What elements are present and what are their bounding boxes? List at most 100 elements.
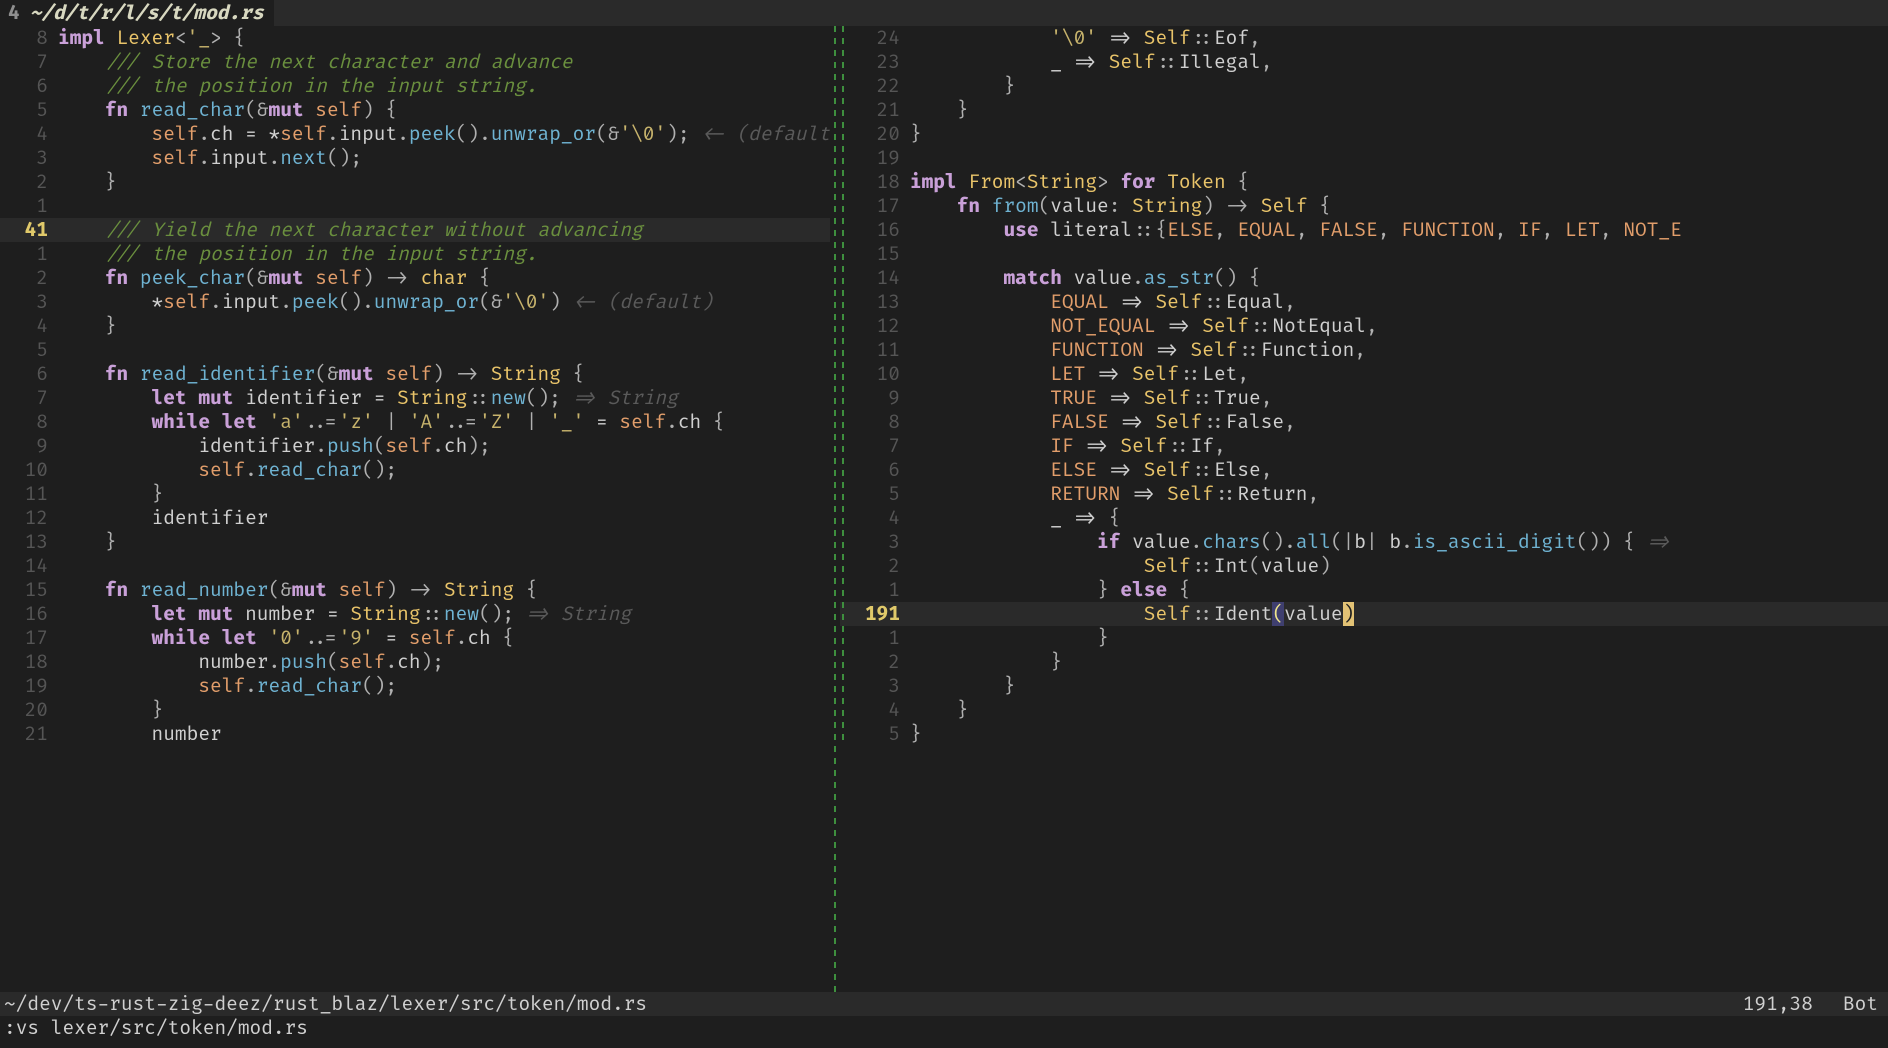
- code-content[interactable]: [58, 338, 830, 362]
- editor-pane-left[interactable]: 8impl Lexer<'_> {7 /// Store the next ch…: [0, 26, 830, 992]
- code-line[interactable]: 18 number.push(self.ch);: [0, 650, 830, 674]
- code-content[interactable]: }: [910, 626, 1888, 650]
- code-content[interactable]: [58, 194, 830, 218]
- code-line[interactable]: 16 use literal::{ELSE, EQUAL, FALSE, FUN…: [840, 218, 1888, 242]
- code-content[interactable]: }: [910, 722, 1888, 746]
- code-line[interactable]: 5 RETURN => Self::Return,: [840, 482, 1888, 506]
- code-content[interactable]: FUNCTION => Self::Function,: [910, 338, 1888, 362]
- code-line[interactable]: 14 match value.as_str() {: [840, 266, 1888, 290]
- code-line[interactable]: 3 }: [840, 674, 1888, 698]
- code-line[interactable]: 21 number: [0, 722, 830, 746]
- code-content[interactable]: }: [910, 98, 1888, 122]
- code-line[interactable]: 19: [840, 146, 1888, 170]
- code-line[interactable]: 20 }: [0, 698, 830, 722]
- code-content[interactable]: number: [58, 722, 830, 746]
- code-line[interactable]: 7 IF => Self::If,: [840, 434, 1888, 458]
- code-line[interactable]: 23 _ => Self::Illegal,: [840, 50, 1888, 74]
- code-line[interactable]: 3 if value.chars().all(|b| b.is_ascii_di…: [840, 530, 1888, 554]
- code-line[interactable]: 14: [0, 554, 830, 578]
- code-line[interactable]: 7 /// Store the next character and advan…: [0, 50, 830, 74]
- code-line[interactable]: 9 identifier.push(self.ch);: [0, 434, 830, 458]
- code-line[interactable]: 13 }: [0, 530, 830, 554]
- code-line[interactable]: 4 }: [840, 698, 1888, 722]
- code-content[interactable]: impl From<String> for Token {: [910, 170, 1888, 194]
- code-content[interactable]: }: [58, 698, 830, 722]
- code-line[interactable]: 1 }: [840, 626, 1888, 650]
- code-content[interactable]: }: [910, 122, 1888, 146]
- code-content[interactable]: *self.input.peek().unwrap_or(&'\0') <- (…: [58, 290, 830, 314]
- code-line[interactable]: 8 FALSE => Self::False,: [840, 410, 1888, 434]
- code-line[interactable]: 15 fn read_number(&mut self) -> String {: [0, 578, 830, 602]
- code-line[interactable]: 8 while let 'a'..='z' | 'A'..='Z' | '_' …: [0, 410, 830, 434]
- code-content[interactable]: IF => Self::If,: [910, 434, 1888, 458]
- code-content[interactable]: impl Lexer<'_> {: [58, 26, 830, 50]
- code-line[interactable]: 12 identifier: [0, 506, 830, 530]
- code-content[interactable]: RETURN => Self::Return,: [910, 482, 1888, 506]
- code-content[interactable]: Self::Int(value): [910, 554, 1888, 578]
- code-line[interactable]: 7 let mut identifier = String::new(); =>…: [0, 386, 830, 410]
- code-content[interactable]: ELSE => Self::Else,: [910, 458, 1888, 482]
- code-content[interactable]: fn read_identifier(&mut self) -> String …: [58, 362, 830, 386]
- code-content[interactable]: _ => Self::Illegal,: [910, 50, 1888, 74]
- code-content[interactable]: let mut identifier = String::new(); => S…: [58, 386, 830, 410]
- code-line[interactable]: 1 } else {: [840, 578, 1888, 602]
- code-line[interactable]: 191 Self::Ident(value): [840, 602, 1888, 626]
- code-content[interactable]: if value.chars().all(|b| b.is_ascii_digi…: [910, 530, 1888, 554]
- code-content[interactable]: FALSE => Self::False,: [910, 410, 1888, 434]
- code-line[interactable]: 24 '\0' => Self::Eof,: [840, 26, 1888, 50]
- code-content[interactable]: fn from(value: String) -> Self {: [910, 194, 1888, 218]
- code-line[interactable]: 6 fn read_identifier(&mut self) -> Strin…: [0, 362, 830, 386]
- code-line[interactable]: 3 *self.input.peek().unwrap_or(&'\0') <-…: [0, 290, 830, 314]
- code-content[interactable]: let mut number = String::new(); => Strin…: [58, 602, 830, 626]
- code-line[interactable]: 15: [840, 242, 1888, 266]
- code-content[interactable]: fn peek_char(&mut self) -> char {: [58, 266, 830, 290]
- code-line[interactable]: 22 }: [840, 74, 1888, 98]
- code-line[interactable]: 2 }: [0, 170, 830, 194]
- code-content[interactable]: }: [58, 170, 830, 194]
- code-content[interactable]: self.read_char();: [58, 458, 830, 482]
- code-content[interactable]: use literal::{ELSE, EQUAL, FALSE, FUNCTI…: [910, 218, 1888, 242]
- code-line[interactable]: 10 LET => Self::Let,: [840, 362, 1888, 386]
- code-content[interactable]: } else {: [910, 578, 1888, 602]
- code-line[interactable]: 6 ELSE => Self::Else,: [840, 458, 1888, 482]
- code-content[interactable]: }: [910, 650, 1888, 674]
- code-line[interactable]: 17 fn from(value: String) -> Self {: [840, 194, 1888, 218]
- code-line[interactable]: 3 self.input.next();: [0, 146, 830, 170]
- code-content[interactable]: }: [58, 314, 830, 338]
- code-line[interactable]: 2 }: [840, 650, 1888, 674]
- code-content[interactable]: self.ch = *self.input.peek().unwrap_or(&…: [58, 122, 830, 146]
- code-line[interactable]: 1: [0, 194, 830, 218]
- code-content[interactable]: fn read_number(&mut self) -> String {: [58, 578, 830, 602]
- code-content[interactable]: number.push(self.ch);: [58, 650, 830, 674]
- code-line[interactable]: 16 let mut number = String::new(); => St…: [0, 602, 830, 626]
- code-content[interactable]: /// the position in the input string.: [58, 242, 830, 266]
- editor-pane-right[interactable]: 24 '\0' => Self::Eof,23 _ => Self::Illeg…: [840, 26, 1888, 992]
- code-line[interactable]: 11 FUNCTION => Self::Function,: [840, 338, 1888, 362]
- code-line[interactable]: 1 /// the position in the input string.: [0, 242, 830, 266]
- code-content[interactable]: /// Yield the next character without adv…: [58, 218, 830, 242]
- code-line[interactable]: 18impl From<String> for Token {: [840, 170, 1888, 194]
- code-content[interactable]: }: [910, 698, 1888, 722]
- code-content[interactable]: }: [910, 74, 1888, 98]
- code-content[interactable]: [58, 554, 830, 578]
- code-line[interactable]: 5: [0, 338, 830, 362]
- code-line[interactable]: 19 self.read_char();: [0, 674, 830, 698]
- code-content[interactable]: }: [910, 674, 1888, 698]
- code-content[interactable]: Self::Ident(value): [910, 602, 1888, 626]
- code-line[interactable]: 20}: [840, 122, 1888, 146]
- code-line[interactable]: 13 EQUAL => Self::Equal,: [840, 290, 1888, 314]
- tab-active[interactable]: 4 ~/d/t/r/l/s/t/mod.rs: [0, 0, 274, 26]
- code-content[interactable]: fn read_char(&mut self) {: [58, 98, 830, 122]
- code-content[interactable]: self.input.next();: [58, 146, 830, 170]
- code-line[interactable]: 21 }: [840, 98, 1888, 122]
- code-line[interactable]: 11 }: [0, 482, 830, 506]
- code-content[interactable]: TRUE => Self::True,: [910, 386, 1888, 410]
- code-content[interactable]: EQUAL => Self::Equal,: [910, 290, 1888, 314]
- code-content[interactable]: /// the position in the input string.: [58, 74, 830, 98]
- code-content[interactable]: identifier: [58, 506, 830, 530]
- code-line[interactable]: 2 fn peek_char(&mut self) -> char {: [0, 266, 830, 290]
- code-content[interactable]: }: [58, 530, 830, 554]
- code-line[interactable]: 10 self.read_char();: [0, 458, 830, 482]
- code-line[interactable]: 5 fn read_char(&mut self) {: [0, 98, 830, 122]
- code-content[interactable]: while let '0'..='9' = self.ch {: [58, 626, 830, 650]
